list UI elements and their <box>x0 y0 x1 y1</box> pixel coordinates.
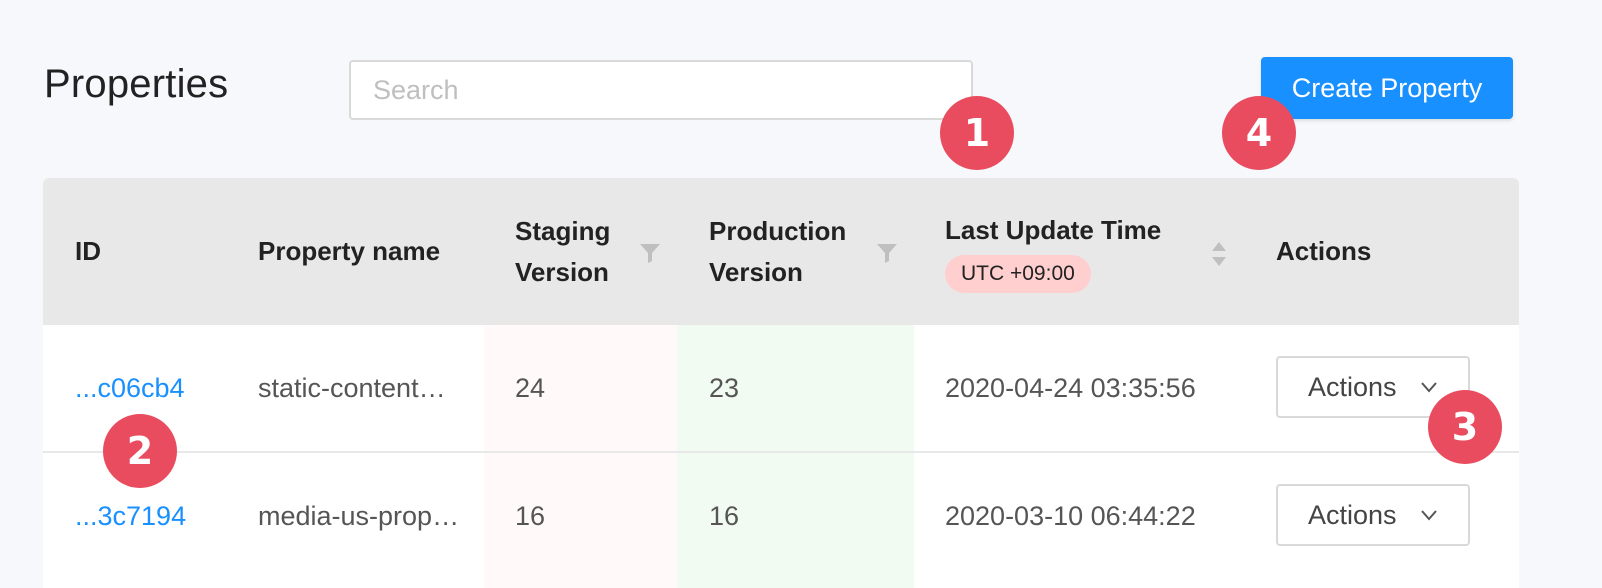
column-header-staging-version: Staging Version <box>515 178 610 325</box>
annotation-marker-2: 2 <box>103 414 177 488</box>
last-update-cell: 2020-03-10 06:44:22 <box>945 501 1196 531</box>
chevron-down-icon <box>1421 382 1437 393</box>
column-header-production-version: Production Version <box>709 178 846 325</box>
property-name-cell: media-us-prop… <box>258 501 460 531</box>
annotation-marker-4: 4 <box>1222 96 1296 170</box>
annotation-marker-3: 3 <box>1428 390 1502 464</box>
production-version-cell: 16 <box>709 501 740 531</box>
search-input[interactable] <box>349 60 973 120</box>
table-row: ...3c7194 media-us-prop… 16 16 2020-03-1… <box>43 453 1519 580</box>
annotation-marker-1: 1 <box>940 96 1014 170</box>
chevron-down-icon <box>1421 510 1437 521</box>
column-header-actions: Actions <box>1276 236 1372 266</box>
column-header-label: Last Update Time <box>945 215 1162 245</box>
table-header: ID Property name Staging Version Product… <box>43 178 1519 325</box>
page-title: Properties <box>44 62 229 106</box>
column-header-id: ID <box>75 236 101 266</box>
filter-icon[interactable] <box>876 242 898 264</box>
properties-table: ID Property name Staging Version Product… <box>43 178 1519 588</box>
column-header-property-name: Property name <box>258 236 441 266</box>
property-name-cell: static-content… <box>258 373 446 403</box>
column-header-label: Version <box>515 256 609 287</box>
column-header-label: Version <box>709 256 803 287</box>
timezone-badge: UTC +09:00 <box>945 255 1091 293</box>
staging-version-cell: 24 <box>515 373 546 403</box>
column-header-label: Staging <box>515 215 611 246</box>
actions-dropdown-label: Actions <box>1308 371 1397 402</box>
table-row: ...c06cb4 static-content… 24 23 2020-04-… <box>43 325 1519 452</box>
production-version-cell: 23 <box>709 373 740 403</box>
last-update-cell: 2020-04-24 03:35:56 <box>945 373 1196 403</box>
row-actions-dropdown[interactable]: Actions <box>1276 484 1470 546</box>
sort-icon[interactable] <box>1210 240 1228 268</box>
actions-dropdown-label: Actions <box>1308 499 1397 530</box>
staging-version-cell: 16 <box>515 501 546 531</box>
column-header-label: Production <box>709 215 847 246</box>
filter-icon[interactable] <box>639 242 661 264</box>
create-property-button[interactable]: Create Property <box>1261 57 1513 119</box>
column-header-last-update-time: Last Update Time UTC +09:00 <box>945 178 1161 325</box>
